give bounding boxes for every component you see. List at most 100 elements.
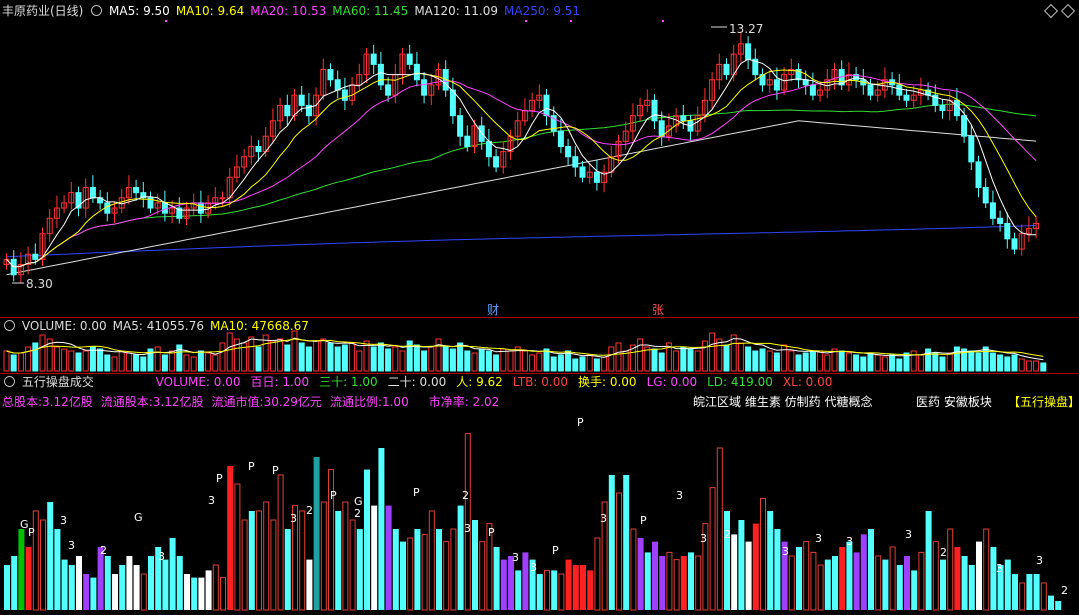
- signal-label: P: [248, 460, 255, 473]
- volume-bar: [61, 348, 68, 372]
- indicator-bar: [227, 466, 234, 610]
- volume-bar: [197, 350, 204, 372]
- indicator-bar: [270, 519, 277, 611]
- volume-bar: [651, 348, 658, 372]
- signal-label: 3: [530, 561, 537, 574]
- indicator-bar: [817, 564, 824, 611]
- indicator-bar: [738, 520, 745, 610]
- indicator-tag[interactable]: 【五行操盘】: [1008, 395, 1079, 409]
- volume-bar: [673, 350, 680, 372]
- candle: [658, 120, 665, 137]
- indicator-bar: [551, 570, 558, 610]
- indicator-bar: [40, 519, 46, 611]
- candle: [284, 104, 291, 117]
- candle: [377, 63, 384, 86]
- candle: [327, 69, 334, 81]
- volume-bar: [997, 354, 1004, 372]
- indicator-bar: [184, 574, 190, 610]
- signal-label: 3: [700, 532, 707, 545]
- volume-bar: [421, 350, 428, 372]
- candle: [651, 99, 658, 122]
- indicator-bar: [112, 574, 118, 610]
- volume-bar: [334, 346, 341, 372]
- signal-label: 3: [676, 489, 683, 502]
- indicator-bar: [277, 474, 284, 611]
- indicator-bar: [961, 556, 968, 610]
- candle: [809, 84, 816, 96]
- volume-bar: [701, 340, 708, 372]
- signal-label: 3: [290, 512, 297, 525]
- indicator-bar: [11, 556, 18, 610]
- volume-bar: [370, 346, 377, 372]
- low-price-label: 8.30: [26, 277, 53, 291]
- indicator-bar: [695, 555, 702, 611]
- volume-bar: [982, 346, 989, 372]
- candle: [298, 94, 305, 106]
- volume-bar: [896, 358, 903, 372]
- indicator-bar: [810, 551, 817, 611]
- indicator-label-5: LTB: 0.00: [512, 375, 568, 389]
- candle: [255, 145, 262, 153]
- info-item-4: 市净率: 2.02: [428, 395, 500, 409]
- volume-bar: [853, 354, 860, 372]
- volume-bar: [341, 344, 348, 372]
- signal-dot: [165, 20, 167, 22]
- info-item-2: 流通市值:30.29亿元: [211, 395, 322, 409]
- indicator-label-4: 人: 9.62: [456, 375, 503, 389]
- indicator-bar: [882, 559, 889, 610]
- indicator-bar: [47, 502, 54, 610]
- volume-bar: [925, 348, 932, 372]
- indicator-bar: [212, 564, 219, 611]
- candle: [745, 43, 752, 60]
- stock-info-row: 总股本:3.12亿股 流通股本:3.12亿股 流通市值:30.29亿元 流通比例:1.…: [2, 395, 507, 409]
- candle: [939, 104, 946, 112]
- indicator-bar: [356, 529, 363, 610]
- panel-divider-1: [0, 317, 1079, 318]
- volume-bar: [385, 348, 392, 372]
- volume-bar: [75, 352, 82, 372]
- volume-bar: [529, 354, 536, 372]
- indicator-bar: [1019, 582, 1026, 611]
- signal-label: 2: [724, 528, 731, 541]
- indicator-bar: [68, 565, 75, 610]
- volume-bar: [478, 348, 485, 372]
- circle-settings-icon[interactable]: [4, 376, 15, 387]
- volume-bar: [716, 338, 723, 372]
- candle: [385, 84, 392, 96]
- volume-bar: [356, 350, 363, 372]
- indicator-bar: [623, 475, 630, 610]
- volume-bar: [521, 350, 528, 372]
- indicator-bar: [544, 569, 550, 611]
- volume-bar: [687, 348, 694, 372]
- candle: [680, 115, 687, 122]
- candle: [543, 94, 550, 117]
- volume-bar: [298, 342, 305, 372]
- indicator-bar: [133, 565, 140, 610]
- volume-bar: [543, 348, 550, 372]
- event-marker-rise[interactable]: 张: [652, 303, 664, 317]
- signal-label: 2: [354, 507, 361, 520]
- candle: [968, 135, 975, 163]
- volume-bar: [565, 350, 572, 372]
- volume-bar: [658, 352, 665, 372]
- volume-bar: [82, 350, 89, 372]
- volume-bar: [881, 356, 888, 372]
- indicator-bar: [1004, 559, 1011, 610]
- sector-tags: 医药 安徽板块: [916, 395, 992, 409]
- signal-label: P: [272, 464, 279, 477]
- candle: [449, 89, 456, 117]
- candle: [1004, 222, 1011, 240]
- volume-bar: [1040, 362, 1047, 372]
- indicator-bar: [508, 556, 514, 610]
- event-marker-finance[interactable]: 财: [487, 303, 499, 317]
- volume-bar: [205, 352, 212, 372]
- volume-bar: [824, 354, 831, 372]
- indicator-bar: [918, 551, 925, 611]
- high-price-label: 13.27: [729, 22, 763, 36]
- volume-bar: [730, 334, 737, 372]
- volume-bar: [557, 354, 564, 372]
- indicator-bar: [976, 541, 982, 610]
- volume-bar: [32, 342, 39, 372]
- signal-label: 3: [158, 550, 165, 563]
- indicator-bar: [140, 573, 147, 611]
